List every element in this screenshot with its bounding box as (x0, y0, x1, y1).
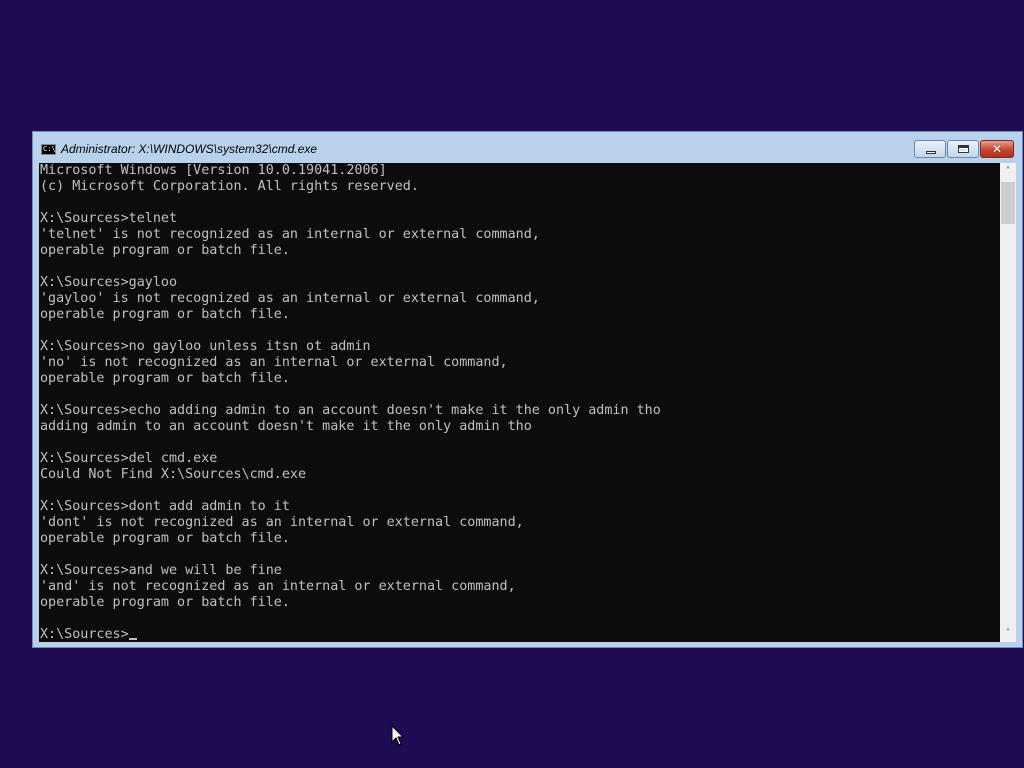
console-line: operable program or batch file. (40, 243, 290, 258)
console-line: adding admin to an account doesn't make … (40, 419, 532, 434)
console-line: 'gayloo' is not recognized as an interna… (40, 291, 540, 306)
console-line: operable program or batch file. (40, 595, 290, 610)
scroll-up-arrow-icon[interactable]: ˄ (1000, 163, 1016, 180)
console-output[interactable]: Microsoft Windows [Version 10.0.19041.20… (39, 163, 1000, 642)
console-icon[interactable]: C:\ (41, 144, 56, 155)
console-line: X:\Sources>gayloo (40, 275, 178, 290)
console-prompt: X:\Sources> (40, 627, 129, 642)
console-line: X:\Sources>dont add admin to it (40, 499, 290, 514)
console-line: X:\Sources>and we will be fine (40, 563, 282, 578)
maximize-button[interactable] (947, 140, 979, 158)
console-text: Microsoft Windows [Version 10.0.19041.20… (40, 163, 661, 642)
console-icon-glyph: C:\ (43, 145, 56, 153)
scroll-thumb[interactable] (1001, 182, 1015, 224)
scroll-down-arrow-icon[interactable]: ˅ (1000, 625, 1016, 642)
close-icon: ✕ (991, 142, 1003, 156)
console-line: operable program or batch file. (40, 371, 290, 386)
console-line: (c) Microsoft Corporation. All rights re… (40, 179, 419, 194)
console-line: Microsoft Windows [Version 10.0.19041.20… (40, 163, 387, 178)
console-line: 'telnet' is not recognized as an interna… (40, 227, 540, 242)
console-line: operable program or batch file. (40, 531, 290, 546)
close-button[interactable]: ✕ (980, 140, 1014, 158)
desktop: { "window": { "title": "Administrator: X… (0, 0, 1024, 768)
minimize-button[interactable] (914, 140, 946, 158)
console-line: 'no' is not recognized as an internal or… (40, 355, 508, 370)
console-line: 'and' is not recognized as an internal o… (40, 579, 516, 594)
console-line: Could Not Find X:\Sources\cmd.exe (40, 467, 307, 482)
title-bar[interactable]: C:\ Administrator: X:\WINDOWS\system32\c… (33, 132, 1022, 162)
mouse-pointer-icon (391, 725, 405, 746)
vertical-scrollbar[interactable]: ˄ ˅ (1000, 163, 1016, 642)
console-line: X:\Sources>telnet (40, 211, 178, 226)
console-line: 'dont' is not recognized as an internal … (40, 515, 524, 530)
text-cursor (128, 638, 137, 640)
console-lines: Microsoft Windows [Version 10.0.19041.20… (40, 163, 661, 610)
cmd-window: C:\ Administrator: X:\WINDOWS\system32\c… (32, 131, 1023, 648)
console-line: X:\Sources>no gayloo unless itsn ot admi… (40, 339, 371, 354)
console-line: X:\Sources>echo adding admin to an accou… (40, 403, 661, 418)
console-line: X:\Sources>del cmd.exe (40, 451, 218, 466)
console-line: operable program or batch file. (40, 307, 290, 322)
window-title: Administrator: X:\WINDOWS\system32\cmd.e… (61, 142, 318, 156)
